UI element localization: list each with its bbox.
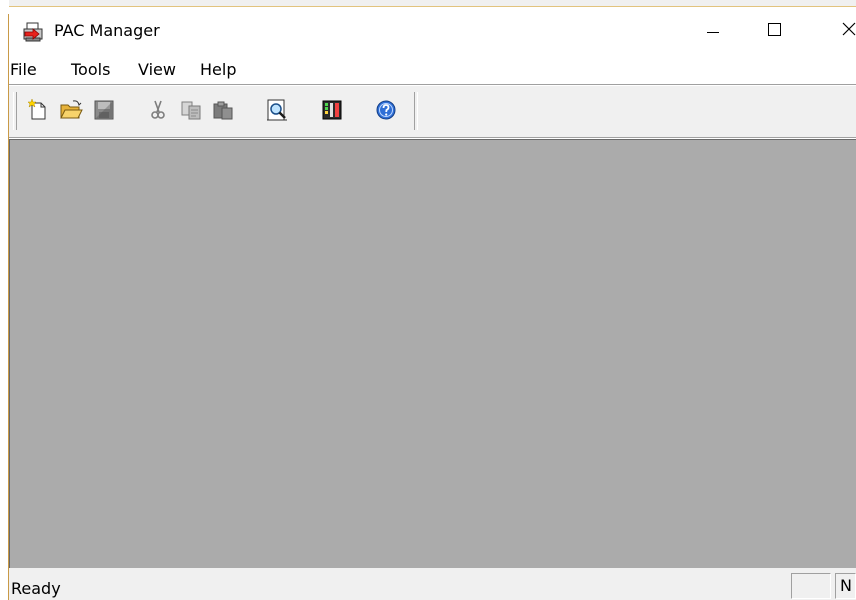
menu-help[interactable]: Help (200, 59, 236, 81)
open-button[interactable] (56, 95, 86, 125)
close-button[interactable] (825, 7, 856, 56)
paste-button[interactable] (208, 95, 238, 125)
toolbar-grip[interactable] (13, 92, 17, 130)
new-document-icon (27, 98, 46, 120)
window-title: PAC Manager (54, 21, 160, 40)
help-question-icon (376, 100, 396, 120)
copy-button[interactable] (176, 95, 206, 125)
close-icon (842, 22, 856, 36)
status-bar: Ready N (9, 568, 856, 600)
minimize-button[interactable] (689, 7, 735, 56)
maximize-button[interactable] (752, 7, 798, 56)
print-preview-magnifier-icon (267, 99, 287, 121)
minimize-icon (707, 32, 719, 33)
copy-icon (181, 101, 201, 120)
print-preview-button[interactable] (262, 95, 292, 125)
paste-icon (213, 101, 233, 120)
help-button[interactable] (371, 95, 401, 125)
maximize-icon (768, 23, 781, 36)
settings-button[interactable] (317, 95, 347, 125)
main-window: PAC Manager File Tools View Help Ready N (0, 0, 856, 600)
new-button[interactable] (23, 95, 53, 125)
cut-button[interactable] (143, 95, 173, 125)
mdi-client-area[interactable] (9, 139, 856, 568)
window-left-border (0, 0, 9, 600)
open-folder-icon (60, 100, 83, 119)
status-caps-pane (791, 573, 831, 599)
save-button[interactable] (89, 95, 119, 125)
save-disk-icon (94, 100, 114, 120)
toolbar-end-separator (414, 92, 418, 130)
status-message: Ready (11, 579, 61, 598)
toolbar (9, 86, 856, 137)
title-bar[interactable]: PAC Manager (9, 7, 856, 56)
pac-manager-app-icon[interactable] (23, 22, 43, 42)
menu-view[interactable]: View (138, 59, 176, 81)
menu-tools[interactable]: Tools (71, 59, 110, 81)
status-num-pane: N (835, 573, 856, 599)
menu-file[interactable]: File (10, 59, 37, 81)
cut-scissors-icon (151, 100, 165, 119)
settings-panel-icon (322, 100, 342, 120)
menu-bar: File Tools View Help (9, 56, 856, 84)
